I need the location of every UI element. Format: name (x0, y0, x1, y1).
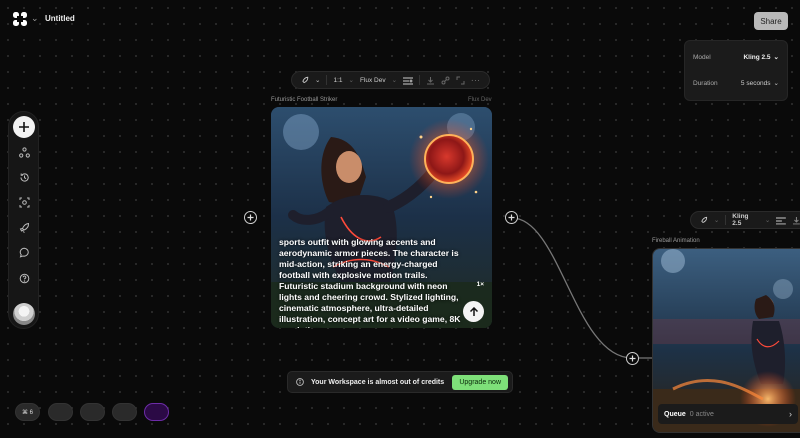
adjust-icon[interactable] (776, 216, 787, 225)
queue-label: Queue (664, 410, 686, 418)
download-icon[interactable] (426, 76, 435, 85)
divider (725, 215, 727, 225)
node1-title[interactable]: Futuristic Football Striker (271, 97, 337, 103)
rocket-icon[interactable] (699, 216, 708, 225)
plus-icon (247, 214, 254, 221)
info-icon (296, 378, 304, 386)
bottom-pill[interactable] (80, 403, 105, 421)
bottom-pill-active[interactable] (144, 403, 169, 421)
chevron-down-icon: ⌄ (764, 217, 771, 224)
node1-toolbar: ⌄ 1:1 ⌄ Flux Dev ⌄ ··· (291, 71, 490, 89)
link-icon[interactable] (441, 76, 450, 85)
aspect-ratio-select[interactable]: 1:1 (333, 77, 342, 84)
bottom-pill[interactable] (48, 403, 73, 421)
image-node-card[interactable]: sports outfit with glowing accents and a… (271, 107, 492, 328)
add-output-handle[interactable] (505, 211, 518, 224)
adjust-icon[interactable] (403, 76, 414, 85)
add-input-handle[interactable] (626, 352, 639, 365)
credits-message: Your Workspace is almost out of credits (311, 378, 445, 386)
divider (419, 75, 421, 85)
generate-button[interactable] (463, 301, 484, 322)
queue-bar[interactable]: Queue 0 active › (658, 404, 798, 424)
bottom-pill[interactable] (112, 403, 137, 421)
quantity-badge[interactable]: 1× (477, 281, 484, 288)
plus-icon (508, 214, 515, 221)
model-select[interactable]: Flux Dev (360, 77, 386, 84)
download-icon[interactable] (792, 216, 800, 225)
node1-model-tag: Flux Dev (468, 97, 492, 103)
video-node-card[interactable]: Queue 0 active › (652, 248, 800, 433)
credits-banner: Your Workspace is almost out of credits … (287, 371, 513, 393)
chevron-down-icon[interactable]: ⌄ (714, 216, 719, 224)
divider (326, 75, 328, 85)
model-select[interactable]: Kling 2.5 (732, 213, 759, 227)
chevron-down-icon: ⌄ (391, 77, 398, 84)
node2-title[interactable]: Fireball Animation (652, 238, 700, 244)
more-icon[interactable]: ··· (471, 77, 481, 84)
rocket-icon[interactable] (300, 76, 309, 85)
prompt-text[interactable]: sports outfit with glowing accents and a… (279, 237, 464, 328)
node2-toolbar: ⌄ Kling 2.5 ⌄ (690, 211, 800, 229)
chevron-down-icon[interactable]: ⌄ (315, 76, 320, 84)
arrow-up-icon (469, 306, 478, 316)
chevron-right-icon[interactable]: › (789, 409, 792, 419)
queue-count: 0 active (689, 410, 714, 418)
upgrade-button[interactable]: Upgrade now (452, 374, 508, 390)
shortcut-pill[interactable]: ⌘ 6 (15, 403, 40, 421)
add-input-handle[interactable] (244, 211, 257, 224)
chevron-down-icon: ⌄ (348, 77, 354, 84)
plus-icon (629, 355, 636, 362)
expand-icon[interactable] (456, 76, 465, 85)
